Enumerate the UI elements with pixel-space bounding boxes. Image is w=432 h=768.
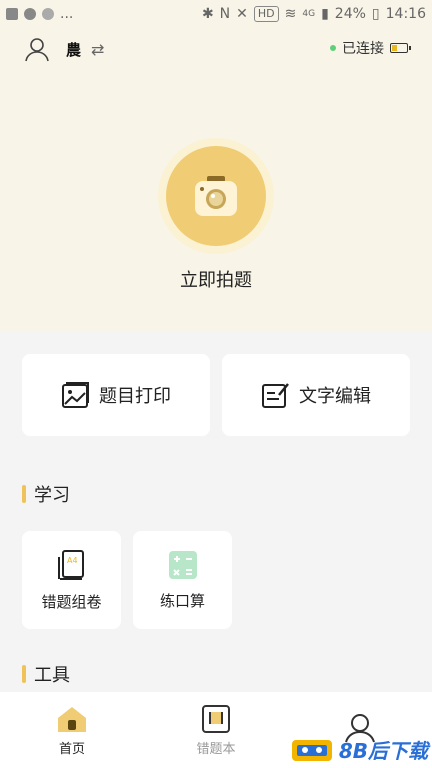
text-edit-label: 文字编辑 xyxy=(299,386,371,407)
tab-notebook-label: 错题本 xyxy=(196,741,236,757)
message-icon xyxy=(24,8,36,20)
image-print-icon xyxy=(62,382,89,408)
text-edit-card[interactable]: 文字编辑 xyxy=(222,354,410,436)
username: 農 xyxy=(66,40,82,59)
wifi-icon: ≋ xyxy=(284,6,297,22)
wrong-question-paper-tile[interactable]: A4 错题组卷 xyxy=(22,531,121,629)
watermark: 8B后下载 xyxy=(291,735,428,764)
image-icon xyxy=(6,8,18,20)
top-area: 農 ⇄ 已连接 立即拍题 xyxy=(0,28,432,332)
take-photo-label[interactable]: 立即拍题 xyxy=(0,266,432,292)
section-marker xyxy=(22,485,26,503)
battery-icon: ▯ xyxy=(371,6,380,22)
tools-section-title: 工具 xyxy=(22,661,70,687)
mental-math-tile[interactable]: 练口算 xyxy=(133,531,232,629)
mental-math-label: 练口算 xyxy=(159,591,205,610)
watermark-text: 8B后下载 xyxy=(338,739,428,763)
device-connection[interactable]: 已连接 xyxy=(330,38,411,58)
study-title: 学习 xyxy=(34,485,70,506)
connection-status: 已连接 xyxy=(342,41,384,57)
battery-percent: 24% xyxy=(334,6,366,22)
more-icon: ... xyxy=(60,6,74,22)
status-left: ... xyxy=(6,6,73,22)
tab-home-label: 首页 xyxy=(58,741,85,757)
svg-text:A4: A4 xyxy=(67,556,78,565)
notebook-icon xyxy=(202,704,230,733)
user-avatar-icon[interactable] xyxy=(24,36,50,62)
status-right: ✱ N ✕ HD ≋ 4G ▮ 24% ▯ 14:16 xyxy=(202,6,426,22)
study-section-title: 学习 xyxy=(22,481,70,507)
hd-badge: HD xyxy=(253,6,279,22)
watermark-logo-icon xyxy=(291,739,332,761)
print-question-label: 题目打印 xyxy=(99,386,171,407)
mute-icon: ✕ xyxy=(236,6,248,22)
home-icon xyxy=(58,706,86,732)
section-marker xyxy=(22,665,26,683)
take-photo-button[interactable] xyxy=(166,146,266,246)
user-switcher[interactable]: 農 ⇄ xyxy=(24,36,104,62)
text-edit-icon xyxy=(262,383,289,408)
switch-user-icon[interactable]: ⇄ xyxy=(91,40,104,59)
bluetooth-icon: ✱ xyxy=(201,6,214,22)
camera-halo xyxy=(158,138,274,254)
wrong-question-paper-label: 错题组卷 xyxy=(41,592,102,611)
signal-icon: ▮ xyxy=(321,6,329,22)
tools-title: 工具 xyxy=(34,665,70,686)
print-question-card[interactable]: 题目打印 xyxy=(22,354,210,436)
status-bar: ... ✱ N ✕ HD ≋ 4G ▮ 24% ▯ 14:16 xyxy=(0,0,432,28)
network-type: 4G xyxy=(302,9,316,19)
device-battery-icon xyxy=(390,43,411,53)
a4-paper-icon: A4 xyxy=(57,549,84,580)
sync-icon xyxy=(42,8,54,20)
clock: 14:16 xyxy=(385,6,426,22)
tab-home[interactable]: 首页 xyxy=(0,692,144,768)
tab-notebook[interactable]: 错题本 xyxy=(144,692,288,768)
connection-dot xyxy=(330,45,336,51)
nfc-icon: N xyxy=(219,6,231,22)
calculator-icon xyxy=(168,550,197,579)
camera-icon xyxy=(195,176,237,216)
